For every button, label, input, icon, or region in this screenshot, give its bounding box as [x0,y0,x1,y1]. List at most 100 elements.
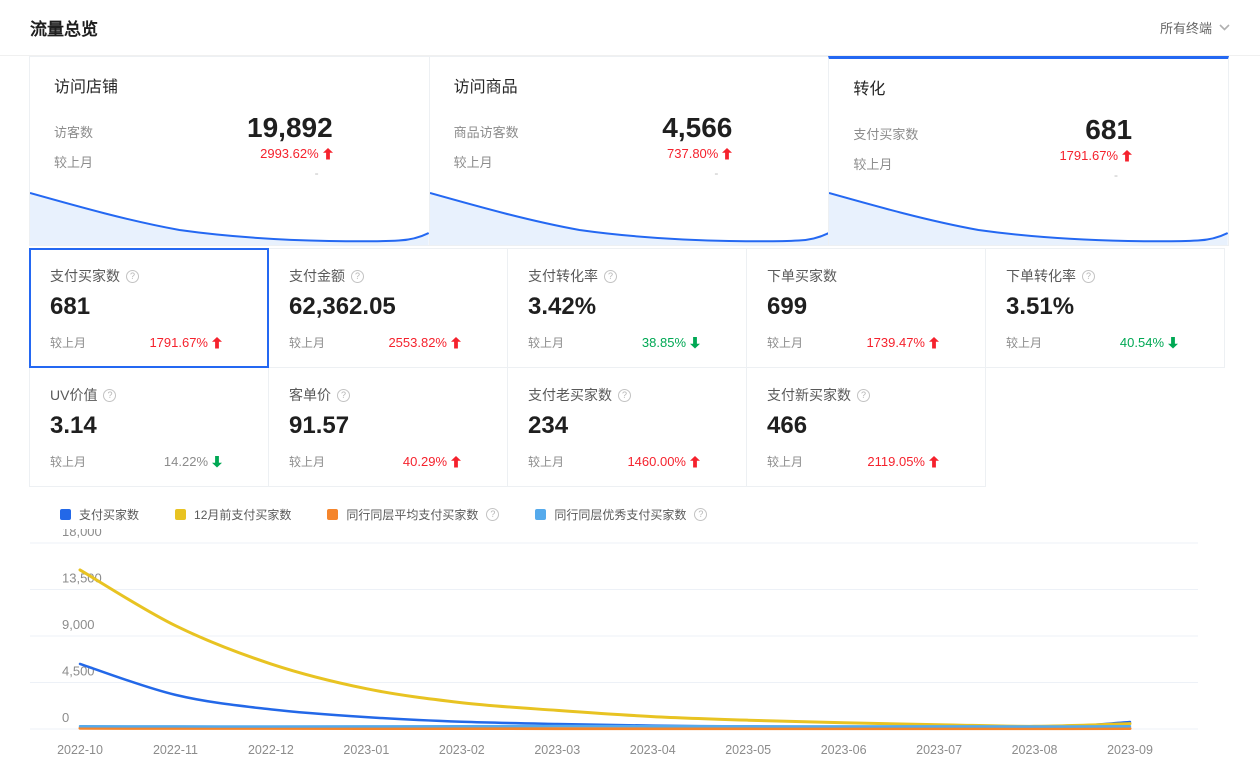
metric-value: 91.57 [289,412,487,440]
change-text: 2553.82% [388,335,447,350]
metric-value: 62,362.05 [289,293,487,321]
overview-tab-1[interactable]: 访问商品 商品访客数 较上月 4,566 737.80% - [429,56,830,246]
metric-card-2[interactable]: 支付转化率? 3.42% 较上月 38.85% [507,248,747,368]
overview-extra: - [1059,168,1132,182]
up-arrow-icon [323,148,333,160]
compare-label: 较上月 [528,453,564,470]
legend-item-1[interactable]: 12月前支付买家数 [175,506,291,523]
overview-compare-label: 较上月 [54,152,93,171]
info-icon[interactable]: ? [1082,270,1095,283]
metric-value: 3.14 [50,412,248,440]
x-tick-label: 2023-02 [439,743,485,757]
up-arrow-icon [451,337,461,349]
x-tick-label: 2023-07 [916,743,962,757]
x-tick-label: 2023-04 [630,743,676,757]
x-tick-label: 2023-05 [725,743,771,757]
metric-value: 681 [50,293,248,321]
up-arrow-icon [451,456,461,468]
top-bar: 流量总览 所有终端 [0,0,1260,56]
compare-label: 较上月 [50,453,86,470]
terminal-selector[interactable]: 所有终端 [1160,18,1230,37]
legend-label: 同行同层优秀支付买家数 [554,506,686,523]
y-tick-label: 0 [62,710,69,725]
legend-item-0[interactable]: 支付买家数 [60,506,139,523]
change-text: 38.85% [642,335,686,350]
up-arrow-icon [722,148,732,160]
overview-tabs: 访问店铺 访客数 较上月 19,892 2993.62% - 访问商品 [30,56,1229,246]
x-tick-label: 2023-09 [1107,743,1153,757]
compare-label: 较上月 [289,334,325,351]
metric-card-7[interactable]: 支付老买家数? 234 较上月 1460.00% [507,367,747,487]
overview-card-title: 访问店铺 [54,73,405,97]
change-value: 1739.47% [866,335,939,350]
overview-change-value: 1791.67% [1059,148,1118,163]
metric-label: UV价值 [50,385,97,405]
compare-label: 较上月 [50,334,86,351]
metric-label: 客单价 [289,385,331,405]
metric-card-3[interactable]: 下单买家数 699 较上月 1739.47% [746,248,986,368]
mini-trend-chart [430,183,829,245]
info-icon[interactable]: ? [857,389,870,402]
down-arrow-icon [690,337,700,349]
info-icon[interactable]: ? [486,508,499,521]
metric-label: 下单买家数 [767,266,837,286]
overview-extra: - [247,166,333,180]
overview-metric-value: 681 [1059,115,1132,145]
legend-item-3[interactable]: 同行同层优秀支付买家数? [535,506,707,523]
overview-metric-value: 4,566 [662,113,732,143]
overview-metric-label: 访客数 [54,122,93,141]
change-text: 40.29% [403,454,447,469]
metric-label: 下单转化率 [1006,266,1076,286]
x-tick-label: 2023-01 [343,743,389,757]
legend-swatch [175,509,186,520]
x-tick-label: 2023-08 [1012,743,1058,757]
info-icon[interactable]: ? [351,270,364,283]
overview-tab-0[interactable]: 访问店铺 访客数 较上月 19,892 2993.62% - [29,56,430,246]
metric-label: 支付买家数 [50,266,120,286]
compare-label: 较上月 [289,453,325,470]
info-icon[interactable]: ? [126,270,139,283]
metric-card-1[interactable]: 支付金额? 62,362.05 较上月 2553.82% [268,248,508,368]
overview-metric-label: 商品访客数 [454,122,519,141]
x-tick-label: 2023-06 [821,743,867,757]
chevron-down-icon [1219,24,1230,31]
metric-card-4[interactable]: 下单转化率? 3.51% 较上月 40.54% [985,248,1225,368]
chart-wrap: 04,5009,00013,50018,0002022-102022-11202… [30,529,1260,772]
up-arrow-icon [929,337,939,349]
compare-label: 较上月 [767,334,803,351]
change-value: 1791.67% [149,335,222,350]
y-tick-label: 4,500 [62,664,95,679]
metric-card-6[interactable]: 客单价? 91.57 较上月 40.29% [268,367,508,487]
metric-value: 3.51% [1006,293,1204,321]
overview-change-value: 737.80% [667,146,718,161]
overview-card-title: 转化 [853,75,1204,99]
metric-value: 466 [767,412,965,440]
overview-extra: - [662,166,732,180]
up-arrow-icon [690,456,700,468]
compare-label: 较上月 [528,334,564,351]
metric-value: 234 [528,412,726,440]
metric-card-8[interactable]: 支付新买家数? 466 较上月 2119.05% [746,367,986,487]
change-value: 14.22% [164,454,222,469]
info-icon[interactable]: ? [604,270,617,283]
metric-card-0[interactable]: 支付买家数? 681 较上月 1791.67% [29,248,269,368]
info-icon[interactable]: ? [618,389,631,402]
mini-trend-chart [829,183,1228,245]
change-text: 40.54% [1120,335,1164,350]
overview-change-value: 2993.62% [260,146,319,161]
info-icon[interactable]: ? [694,508,707,521]
metric-card-5[interactable]: UV价值? 3.14 较上月 14.22% [29,367,269,487]
change-text: 1460.00% [627,454,686,469]
legend-item-2[interactable]: 同行同层平均支付买家数? [327,506,499,523]
info-icon[interactable]: ? [337,389,350,402]
info-icon[interactable]: ? [103,389,116,402]
overview-tab-2[interactable]: 转化 支付买家数 较上月 681 1791.67% - [828,56,1229,246]
chart-legend: 支付买家数 12月前支付买家数 同行同层平均支付买家数? 同行同层优秀支付买家数… [60,506,1260,523]
compare-label: 较上月 [767,453,803,470]
overview-metric-label: 支付买家数 [853,124,918,143]
legend-swatch [327,509,338,520]
metric-value: 699 [767,293,965,321]
metric-label: 支付新买家数 [767,385,851,405]
y-tick-label: 18,000 [62,529,102,539]
down-arrow-icon [212,456,222,468]
